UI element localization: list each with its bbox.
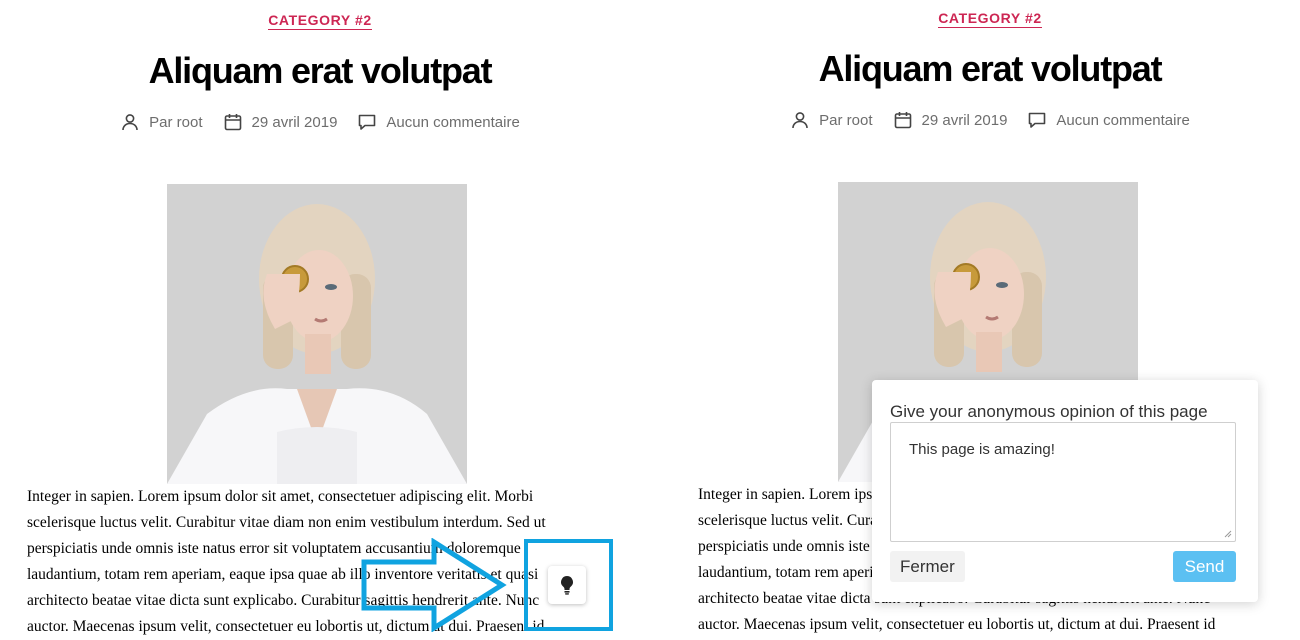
left-panel: CATEGORY #2 Aliquam erat volutpat Par ro… — [0, 0, 640, 640]
comments-link[interactable]: Aucun commentaire — [1056, 112, 1189, 129]
comment-bubble-icon — [359, 114, 376, 130]
post-meta: Par root 29 avril 2019 Aucun commentaire — [0, 112, 640, 132]
feedback-text: This page is amazing! — [909, 441, 1055, 458]
resize-grip-icon[interactable] — [1224, 530, 1232, 538]
close-button[interactable]: Fermer — [890, 551, 965, 582]
person-icon — [792, 112, 808, 129]
meta-date: 29 avril 2019 — [223, 112, 338, 132]
post-title: Aliquam erat volutpat — [818, 48, 1163, 89]
date-link[interactable]: 29 avril 2019 — [252, 114, 338, 131]
meta-comments: Aucun commentaire — [1027, 110, 1190, 130]
meta-comments: Aucun commentaire — [357, 112, 520, 132]
author-link[interactable]: Par root — [149, 114, 202, 131]
body-line: scelerisque luctus velit. Curabitur vita… — [27, 514, 546, 531]
author-link[interactable]: Par root — [819, 112, 872, 129]
post-meta: Par root 29 avril 2019 Aucun commentaire — [670, 110, 1300, 130]
meta-author: Par root — [790, 110, 873, 130]
post-title: Aliquam erat volutpat — [148, 50, 493, 91]
arrow-right-icon — [361, 538, 507, 632]
comment-bubble-icon — [1029, 112, 1046, 128]
feedback-textarea[interactable]: This page is amazing! — [890, 422, 1236, 542]
category-link[interactable]: CATEGORY #2 — [0, 12, 640, 30]
meta-date: 29 avril 2019 — [893, 110, 1008, 130]
body-line: auctor. Maecenas ipsum velit, consectetu… — [698, 616, 1216, 633]
category-link[interactable]: CATEGORY #2 — [670, 10, 1300, 28]
feedback-popup: Give your anonymous opinion of this page… — [872, 380, 1258, 602]
comments-link[interactable]: Aucun commentaire — [386, 114, 519, 131]
meta-author: Par root — [120, 112, 203, 132]
body-line: Integer in sapien. Lorem ipsum dolor sit… — [27, 488, 534, 505]
feedback-prompt: Give your anonymous opinion of this page — [890, 402, 1208, 421]
send-button[interactable]: Send — [1173, 551, 1236, 582]
calendar-icon — [224, 114, 241, 131]
person-icon — [122, 114, 138, 131]
launcher-highlight — [524, 539, 613, 631]
date-link[interactable]: 29 avril 2019 — [922, 112, 1008, 129]
calendar-icon — [894, 112, 911, 129]
featured-image — [167, 184, 467, 484]
